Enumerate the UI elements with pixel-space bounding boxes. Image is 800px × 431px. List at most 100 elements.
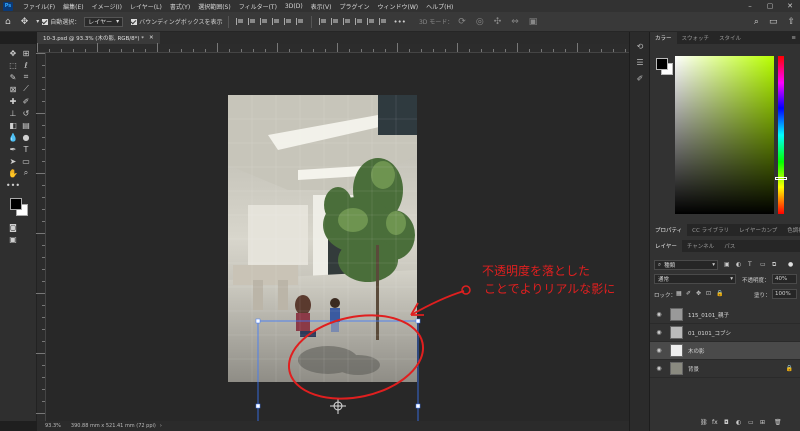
3d-orbit-icon[interactable]: ⟳ xyxy=(458,17,466,27)
type-tool-icon[interactable]: T xyxy=(21,144,31,154)
menu-image[interactable]: イメージ(I) xyxy=(88,2,126,11)
tab-layer-comps[interactable]: レイヤーカンプ xyxy=(734,224,782,236)
align-top-icon[interactable] xyxy=(271,18,280,25)
screen-mode-icon[interactable]: ▣ xyxy=(8,234,18,244)
tab-adjustments[interactable]: 色調補正 xyxy=(782,224,800,236)
lock-image-icon[interactable]: ✐ xyxy=(686,290,691,297)
history-icon[interactable]: ⟲ xyxy=(635,42,645,52)
menu-view[interactable]: 表示(V) xyxy=(307,2,336,11)
distribute-right-icon[interactable] xyxy=(378,18,387,25)
tab-layers[interactable]: レイヤー xyxy=(650,240,682,252)
document-tab[interactable]: 10-3.psd @ 93.3% (木の影, RGB/8*) * ✕ xyxy=(37,32,160,44)
eyedropper-tool-icon[interactable]: ⟋ xyxy=(21,84,31,94)
tab-channels[interactable]: チャンネル xyxy=(682,240,719,252)
chevron-right-icon[interactable]: › xyxy=(160,423,162,429)
move-tool-icon[interactable]: ✥ xyxy=(21,17,29,27)
distribute-left-icon[interactable] xyxy=(354,18,363,25)
history-brush-tool-icon[interactable]: ↺ xyxy=(21,108,31,118)
auto-select-dropdown[interactable]: レイヤー ▾ xyxy=(84,16,124,27)
close-tab-icon[interactable]: ✕ xyxy=(149,35,154,41)
eye-icon[interactable]: ◉ xyxy=(654,365,664,372)
layer-filter-dropdown[interactable]: ⌕ 種類 ▾ xyxy=(654,260,718,270)
marquee-tool-icon[interactable]: ⬚ xyxy=(8,60,18,70)
maximize-button[interactable]: ▢ xyxy=(760,0,780,12)
layer-row[interactable]: ◉ 01_0101_コブシ xyxy=(650,324,800,342)
healing-brush-tool-icon[interactable]: ✚ xyxy=(8,96,18,106)
zoom-tool-icon[interactable]: ⌕ xyxy=(21,168,31,178)
quick-mask-icon[interactable]: ◙ xyxy=(8,222,18,232)
eye-icon[interactable]: ◉ xyxy=(654,347,664,354)
clone-stamp-tool-icon[interactable]: ⊥ xyxy=(8,108,18,118)
distribute-middle-icon[interactable] xyxy=(330,18,339,25)
tab-paths[interactable]: パス xyxy=(719,240,740,252)
artboard-tool-icon[interactable]: ⊞ xyxy=(21,48,31,58)
menu-filter[interactable]: フィルター(T) xyxy=(235,2,281,11)
filter-smart-object-icon[interactable]: ⧉ xyxy=(772,261,776,269)
menu-edit[interactable]: 編集(E) xyxy=(59,2,87,11)
blur-tool-icon[interactable]: 💧 xyxy=(8,132,18,142)
search-icon[interactable]: ⌕ xyxy=(754,17,759,27)
bounding-box-checkbox[interactable] xyxy=(131,18,138,25)
tab-swatches[interactable]: スウォッチ xyxy=(677,32,715,44)
auto-select-checkbox[interactable] xyxy=(42,18,49,25)
tab-properties[interactable]: プロパティ xyxy=(650,224,688,236)
add-mask-icon[interactable]: ◘ xyxy=(724,419,729,426)
hand-tool-icon[interactable]: ✋ xyxy=(8,168,18,178)
layer-row[interactable]: ◉ 115_0101_親子 xyxy=(650,306,800,324)
3d-slide-icon[interactable]: ⇔ xyxy=(511,17,519,27)
lasso-tool-icon[interactable]: ℓ xyxy=(21,60,31,70)
filter-toggle-icon[interactable]: ● xyxy=(788,261,793,268)
pen-tool-icon[interactable]: ✒ xyxy=(8,144,18,154)
align-middle-icon[interactable] xyxy=(283,18,292,25)
eye-icon[interactable]: ◉ xyxy=(654,311,664,318)
new-layer-icon[interactable]: ⊞ xyxy=(760,419,765,426)
zoom-level[interactable]: 93.3% xyxy=(45,423,61,429)
3d-scale-icon[interactable]: ▣ xyxy=(529,17,538,27)
blend-mode-dropdown[interactable]: 通常 ▾ xyxy=(654,274,736,284)
align-left-icon[interactable] xyxy=(235,18,244,25)
frame-tool-icon[interactable]: ⊠ xyxy=(8,84,18,94)
layer-row[interactable]: ◉ 背景 🔒 xyxy=(650,360,800,378)
3d-pan-icon[interactable]: ✣ xyxy=(494,17,502,27)
workspace-icon[interactable]: ▭ xyxy=(769,17,778,27)
move-tool-icon[interactable]: ✥ xyxy=(8,48,18,58)
lock-position-icon[interactable]: ✥ xyxy=(696,290,701,297)
gradient-tool-icon[interactable]: ▤ xyxy=(21,120,31,130)
brush-settings-icon[interactable]: ✐ xyxy=(635,74,645,84)
filter-shape-icon[interactable]: ▭ xyxy=(760,261,766,268)
menu-plugins[interactable]: プラグイン xyxy=(335,2,373,11)
crop-tool-icon[interactable]: ⌗ xyxy=(21,72,31,82)
eye-icon[interactable]: ◉ xyxy=(654,329,664,336)
menu-layer[interactable]: レイヤー(L) xyxy=(126,2,166,11)
lock-artboard-icon[interactable]: ⊡ xyxy=(706,290,711,297)
menu-help[interactable]: ヘルプ(H) xyxy=(422,2,457,11)
eraser-tool-icon[interactable]: ◧ xyxy=(8,120,18,130)
brush-tool-icon[interactable]: ✐ xyxy=(21,96,31,106)
3d-roll-icon[interactable]: ◎ xyxy=(476,17,484,27)
hue-slider[interactable] xyxy=(778,56,784,214)
hue-slider-thumb[interactable] xyxy=(775,177,787,180)
trash-icon[interactable]: 🗑 xyxy=(774,419,782,426)
menu-file[interactable]: ファイル(F) xyxy=(19,2,59,11)
foreground-color-swatch[interactable] xyxy=(10,198,22,210)
properties-icon[interactable]: ☰ xyxy=(635,58,645,68)
filter-pixel-icon[interactable]: ▣ xyxy=(724,261,730,268)
menu-window[interactable]: ウィンドウ(W) xyxy=(373,2,422,11)
align-center-icon[interactable] xyxy=(247,18,256,25)
more-tools-icon[interactable]: ••• xyxy=(6,180,20,190)
home-icon[interactable]: ⌂ xyxy=(5,17,11,27)
menu-select[interactable]: 選択範囲(S) xyxy=(194,2,235,11)
adjustment-layer-icon[interactable]: ◐ xyxy=(736,419,741,426)
panel-menu-icon[interactable]: ≡ xyxy=(791,35,796,41)
distribute-top-icon[interactable] xyxy=(318,18,327,25)
align-bottom-icon[interactable] xyxy=(295,18,304,25)
fill-input[interactable]: 100% xyxy=(772,289,797,299)
link-layers-icon[interactable]: ⛓ xyxy=(700,419,708,426)
shape-tool-icon[interactable]: ▭ xyxy=(21,156,31,166)
distribute-bottom-icon[interactable] xyxy=(342,18,351,25)
new-group-icon[interactable]: ▭ xyxy=(748,419,754,426)
layer-row-selected[interactable]: ◉ 木の影 xyxy=(650,342,800,360)
share-icon[interactable]: ⇧ xyxy=(787,17,795,27)
menu-type[interactable]: 書式(Y) xyxy=(166,2,194,11)
dodge-tool-icon[interactable]: ● xyxy=(21,132,31,142)
